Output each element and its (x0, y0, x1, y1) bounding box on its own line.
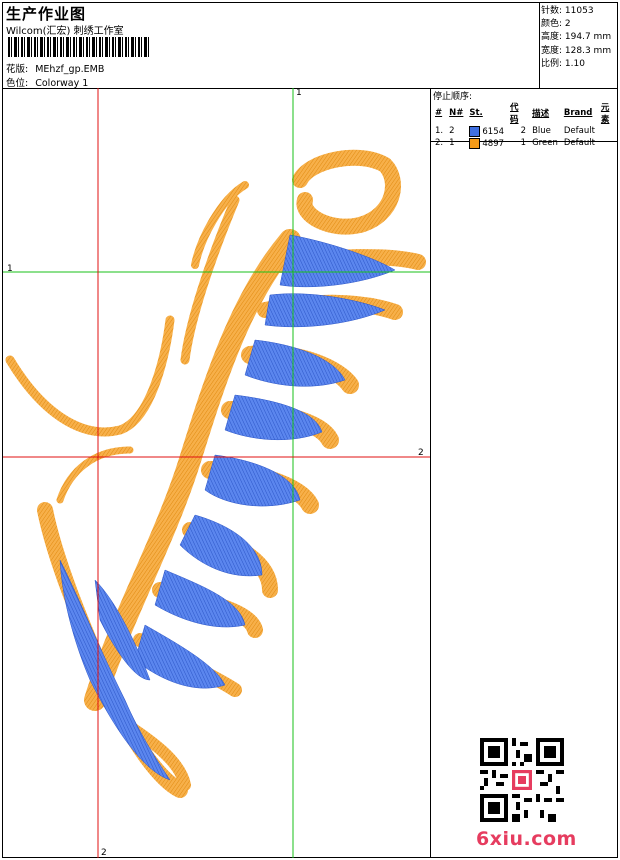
guide-label-red-right: 2 (418, 448, 424, 458)
qr-code-icon (480, 738, 564, 822)
guide-label-green-top: 1 (296, 88, 302, 98)
blue-stitch-fill (59, 234, 396, 781)
guide-label-red-bottom: 2 (101, 848, 107, 858)
guide-label-green-left: 1 (7, 264, 13, 274)
site-logo: 6xiu.com (476, 828, 577, 850)
embroidery-design (3, 88, 430, 858)
